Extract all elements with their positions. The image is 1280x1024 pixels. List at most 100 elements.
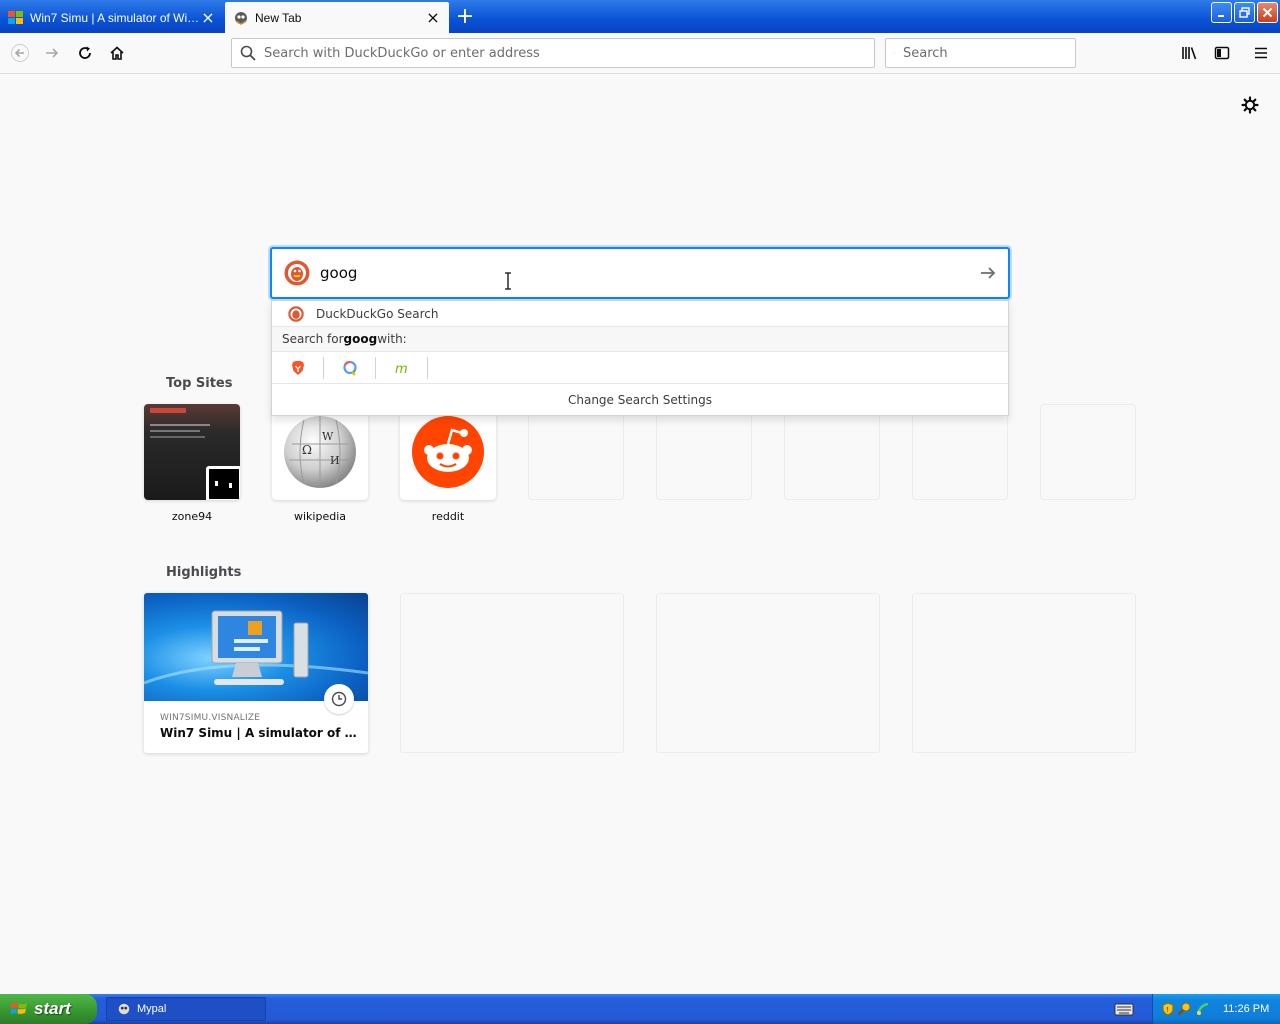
- svg-text:m: m: [395, 362, 408, 376]
- highlight-placeholder: [400, 593, 624, 753]
- sidebar-icon: [1214, 46, 1230, 60]
- svg-text:W: W: [322, 430, 334, 443]
- top-sites-title: Top Sites: [166, 376, 233, 391]
- reload-icon: [79, 46, 91, 59]
- navigation-toolbar: [0, 33, 1280, 74]
- taskbar-clock[interactable]: 11:26 PM: [1223, 1003, 1269, 1015]
- minimize-button[interactable]: [1211, 2, 1232, 23]
- top-site-placeholder: [1040, 404, 1136, 500]
- top-site-label: wikipedia: [293, 510, 346, 523]
- windows-flag-icon: [10, 1002, 27, 1014]
- highlight-placeholder: [656, 593, 880, 753]
- top-site-label: zone94: [171, 510, 213, 523]
- search-icon: [894, 52, 895, 54]
- search-for-query: goog: [343, 332, 378, 346]
- clock-icon: [324, 684, 354, 714]
- tab-label: Win7 Simu | A simulator of Windows 7: [30, 10, 200, 25]
- svg-text:И: И: [330, 454, 340, 467]
- mypal-icon: [118, 1003, 130, 1015]
- tab-label: New Tab: [255, 10, 302, 25]
- window-controls: [1211, 2, 1278, 23]
- top-site-label: reddit: [431, 510, 465, 523]
- search-go-button[interactable]: [968, 253, 1008, 293]
- title-bar: Win7 Simu | A simulator of Windows 7 × N…: [0, 0, 1280, 33]
- tab-new-tab[interactable]: New Tab ×: [225, 2, 449, 33]
- restore-button[interactable]: [1234, 2, 1255, 23]
- back-arrow-icon: [11, 44, 29, 62]
- new-tab-button[interactable]: +: [452, 5, 478, 29]
- highlight-card[interactable]: WIN7SIMU.VISNALIZE Win7 Simu | A simulat…: [144, 593, 368, 753]
- text-cursor-icon: [505, 272, 511, 290]
- home-icon: [110, 46, 124, 60]
- engine-qwant[interactable]: [324, 356, 376, 379]
- duckduckgo-icon: [284, 260, 310, 286]
- suggestion-duckduckgo[interactable]: DuckDuckGo Search: [272, 301, 1008, 327]
- hero-search-box[interactable]: goog: [270, 247, 1010, 299]
- search-for-suffix: with:: [377, 332, 407, 346]
- mypal-icon: [233, 10, 249, 26]
- windows-logo-icon: [8, 10, 24, 26]
- top-site-placeholder: [528, 404, 624, 500]
- top-site-placeholder: [784, 404, 880, 500]
- sidebar-toggle-button[interactable]: [1208, 39, 1236, 67]
- keyboard-icon[interactable]: [1114, 1001, 1134, 1017]
- highlight-title: Win7 Simu | A simulator of Wind...: [160, 726, 360, 740]
- suggestion-label: DuckDuckGo Search: [316, 306, 439, 321]
- highlight-placeholder: [912, 593, 1136, 753]
- close-window-button[interactable]: [1257, 2, 1278, 23]
- system-tray: ! 11:26 PM: [1152, 994, 1280, 1024]
- mojeek-icon: m: [395, 362, 408, 376]
- search-suggestions-dropdown: DuckDuckGo Search Search for goog with: …: [271, 300, 1009, 416]
- top-site-wikipedia[interactable]: Ω W И: [272, 404, 368, 500]
- taskbar: start Mypal ! 11:26 PM: [0, 994, 1280, 1024]
- top-site-placeholder: [912, 404, 1008, 500]
- wikipedia-globe-icon: Ω W И: [284, 416, 356, 488]
- search-input[interactable]: [901, 44, 1075, 62]
- highlight-host: WIN7SIMU.VISNALIZE: [160, 713, 261, 723]
- reload-button[interactable]: [71, 39, 99, 67]
- plus-icon: +: [455, 4, 475, 29]
- taskbar-item-label: Mypal: [137, 1003, 167, 1015]
- top-site-placeholder: [656, 404, 752, 500]
- top-site-zone94[interactable]: [144, 404, 240, 500]
- home-button[interactable]: [103, 39, 131, 67]
- arrow-right-icon: [981, 267, 996, 279]
- network-icon[interactable]: [1195, 1001, 1211, 1017]
- one-off-engines: m: [272, 352, 1008, 384]
- tab-close-icon[interactable]: ×: [200, 9, 216, 26]
- search-icon: [240, 45, 256, 61]
- library-button[interactable]: [1176, 39, 1204, 67]
- gear-icon: [1241, 96, 1259, 114]
- forward-arrow-icon: [46, 48, 59, 58]
- search-tray-icon[interactable]: [1177, 1001, 1193, 1017]
- reddit-logo-icon: [412, 416, 484, 488]
- tab-win7simu[interactable]: Win7 Simu | A simulator of Windows 7 ×: [0, 2, 224, 33]
- hamburger-menu-icon: [1255, 47, 1267, 59]
- page-settings-button[interactable]: [1239, 94, 1261, 116]
- qwant-icon: [342, 360, 357, 376]
- tab-close-icon[interactable]: ×: [425, 9, 441, 26]
- address-bar[interactable]: [231, 38, 875, 68]
- search-bar[interactable]: [885, 38, 1076, 68]
- engine-mojeek[interactable]: m: [376, 356, 428, 379]
- security-shield-icon[interactable]: !: [1161, 1002, 1175, 1016]
- forward-button[interactable]: [38, 39, 66, 67]
- hero-search-text[interactable]: goog: [320, 264, 968, 282]
- svg-text:Ω: Ω: [302, 443, 312, 457]
- start-label: start: [34, 999, 71, 1018]
- change-search-settings[interactable]: Change Search Settings: [272, 384, 1008, 416]
- search-for-header: Search for goog with:: [272, 327, 1008, 352]
- highlights-title: Highlights: [166, 565, 242, 580]
- svg-text:!: !: [1166, 1006, 1169, 1014]
- top-site-reddit[interactable]: [400, 404, 496, 500]
- engine-brave[interactable]: [272, 356, 324, 379]
- back-button[interactable]: [6, 39, 34, 67]
- address-input[interactable]: [262, 44, 874, 62]
- menu-button[interactable]: [1247, 39, 1275, 67]
- brave-icon: [291, 360, 304, 375]
- start-button[interactable]: start: [0, 994, 97, 1024]
- search-for-prefix: Search for: [282, 332, 344, 346]
- taskbar-item-mypal[interactable]: Mypal: [106, 997, 266, 1021]
- zone94-logo-icon: [206, 466, 240, 500]
- duckduckgo-icon: [288, 305, 304, 322]
